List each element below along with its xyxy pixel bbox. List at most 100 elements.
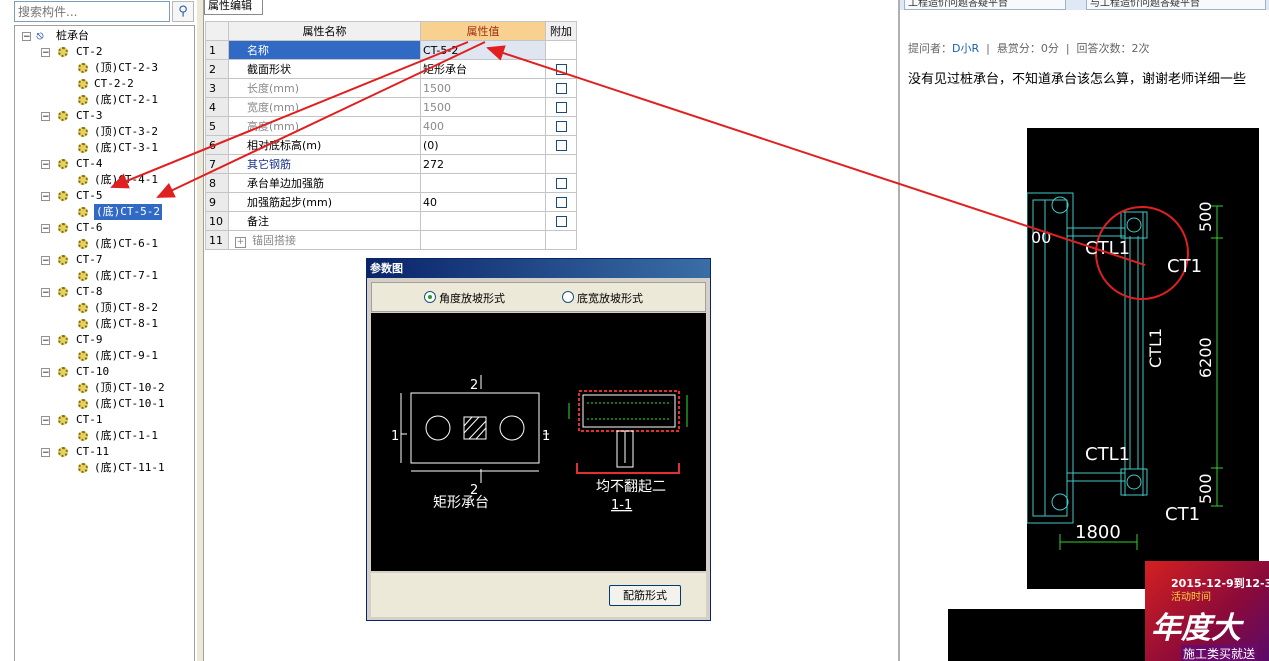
extra-cell[interactable] <box>545 192 577 212</box>
collapse-toggle[interactable]: − <box>41 448 50 458</box>
search-button[interactable]: ⚲ <box>172 1 194 22</box>
property-value-cell[interactable] <box>420 211 546 231</box>
search-input[interactable] <box>14 1 170 22</box>
cad-label-oo: 00 <box>1031 228 1051 247</box>
tree-leaf-label: (顶)CT-8-2 <box>94 301 158 314</box>
tree-group-label: CT-9 <box>76 333 103 346</box>
tree-group-label: CT-4 <box>76 157 103 170</box>
extra-checkbox[interactable] <box>555 121 567 132</box>
tree-leaf-label: (底)CT-2-1 <box>94 93 158 106</box>
extra-cell[interactable] <box>545 59 577 79</box>
extra-checkbox[interactable] <box>555 83 567 94</box>
property-value: (0) <box>423 138 439 152</box>
expand-toggle[interactable]: + <box>235 237 246 248</box>
tree-group-label: CT-3 <box>76 109 103 122</box>
property-row[interactable]: 2 截面形状 矩形承台 <box>205 59 577 79</box>
cad-label-ct1: CT1 <box>1167 256 1202 277</box>
collapse-toggle[interactable]: − <box>41 224 50 234</box>
property-value-cell[interactable]: 1500 <box>420 78 546 98</box>
collapse-toggle[interactable]: − <box>41 112 50 122</box>
property-row[interactable]: 6 相对底标高(m) (0) <box>205 135 577 155</box>
angle-slope-radio[interactable] <box>424 291 436 303</box>
extra-cell[interactable] <box>545 211 577 231</box>
extra-checkbox[interactable] <box>555 64 567 75</box>
property-row[interactable]: 7 其它钢筋 272 <box>205 154 577 174</box>
property-value-cell[interactable]: (0) <box>420 135 546 155</box>
collapse-toggle[interactable]: − <box>41 368 50 378</box>
property-row[interactable]: 5 高度(mm) 400 <box>205 116 577 136</box>
collapse-toggle[interactable]: − <box>41 256 50 266</box>
extra-checkbox[interactable] <box>555 102 567 113</box>
property-name-cell: 名称 <box>228 40 421 60</box>
gear-icon <box>78 239 88 249</box>
collapse-toggle[interactable]: − <box>41 336 50 346</box>
collapse-toggle[interactable]: − <box>41 288 50 298</box>
property-row[interactable]: 10 备注 <box>205 211 577 231</box>
property-value-cell[interactable] <box>420 230 546 250</box>
property-value-cell[interactable]: 272 <box>420 154 546 174</box>
bottom-width-slope-label[interactable]: 底宽放坡形式 <box>577 290 643 306</box>
property-row[interactable]: 11 + 锚固搭接 <box>205 230 577 250</box>
property-row[interactable]: 9 加强筋起步(mm) 40 <box>205 192 577 212</box>
gear-icon <box>78 95 88 105</box>
property-row[interactable]: 1 名称 CT-5-2 <box>205 40 577 60</box>
gear-icon <box>78 79 88 89</box>
property-value-cell[interactable]: CT-5-2 <box>420 40 546 60</box>
cad-drawing: CT1 CTL1 CTL1 CT1 00 1800 500 6200 500 C… <box>1026 128 1259 589</box>
property-name-cell: 相对底标高(m) <box>228 135 421 155</box>
extra-cell[interactable] <box>545 78 577 98</box>
browser-tab-2[interactable]: 与工程造价问题答疑平台 <box>1086 0 1266 10</box>
extra-checkbox[interactable] <box>555 178 567 189</box>
extra-cell[interactable] <box>545 135 577 155</box>
angle-slope-label[interactable]: 角度放坡形式 <box>439 290 505 306</box>
property-name-cell: 高度(mm) <box>228 116 421 136</box>
collapse-toggle[interactable]: − <box>41 416 50 426</box>
property-value-cell[interactable]: 400 <box>420 116 546 136</box>
tree-group-label: CT-10 <box>76 365 110 378</box>
extra-cell[interactable] <box>545 173 577 193</box>
property-value-cell[interactable]: 矩形承台 <box>420 59 546 79</box>
property-name: 备注 <box>247 215 269 228</box>
gear-icon <box>78 143 88 153</box>
extra-checkbox[interactable] <box>555 197 567 208</box>
cad-label-ctl1-vertical: CTL1 <box>1146 328 1165 368</box>
property-value-cell[interactable]: 40 <box>420 192 546 212</box>
parameter-diagram-dialog: 参数图 角度放坡形式 底宽放坡形式 2 2 1 1 矩形承台 均不翻起二 1-1… <box>366 258 711 621</box>
extra-checkbox[interactable] <box>555 140 567 151</box>
extra-cell[interactable] <box>545 97 577 117</box>
extra-checkbox[interactable] <box>555 216 567 227</box>
row-number: 5 <box>205 116 229 136</box>
property-value: CT-5-2 <box>423 43 459 57</box>
extra-cell[interactable] <box>545 116 577 136</box>
gear-icon <box>58 287 68 297</box>
gear-icon <box>78 463 88 473</box>
property-value-cell[interactable]: 1500 <box>420 97 546 117</box>
property-row[interactable]: 3 长度(mm) 1500 <box>205 78 577 98</box>
property-value-cell[interactable] <box>420 173 546 193</box>
property-value: 1500 <box>423 100 451 114</box>
collapse-toggle[interactable]: − <box>22 32 31 42</box>
property-value: 矩形承台 <box>423 63 467 76</box>
section-label: 均不翻起二 <box>596 479 666 495</box>
bottom-width-slope-radio[interactable] <box>562 291 574 303</box>
collapse-toggle[interactable]: − <box>41 192 50 202</box>
collapse-toggle[interactable]: − <box>41 48 50 58</box>
browser-tab-1[interactable]: 工程造价问题答疑平台 <box>904 0 1066 10</box>
tab-property-edit[interactable]: 属性编辑 <box>204 0 263 15</box>
tree-group-label: CT-8 <box>76 285 103 298</box>
property-name: 承台单边加强筋 <box>247 177 324 190</box>
collapse-toggle[interactable]: − <box>41 160 50 170</box>
gear-icon <box>58 223 68 233</box>
rebar-form-button[interactable]: 配筋形式 <box>609 585 681 606</box>
property-value-header[interactable]: 属性值 <box>420 21 546 41</box>
tree-group-label: CT-11 <box>76 445 110 458</box>
property-name-cell: 其它钢筋 <box>228 154 421 174</box>
gear-icon <box>58 415 68 425</box>
gear-icon <box>58 367 68 377</box>
promo-big: 年度大 <box>1151 611 1241 646</box>
asker-link[interactable]: D小R <box>952 42 979 55</box>
gear-icon <box>78 63 88 73</box>
property-row[interactable]: 4 宽度(mm) 1500 <box>205 97 577 117</box>
promo-banner[interactable]: 2015-12-9到12-30 活动时间 年度大 施工类买就送 <box>1145 561 1269 661</box>
property-row[interactable]: 8 承台单边加强筋 <box>205 173 577 193</box>
